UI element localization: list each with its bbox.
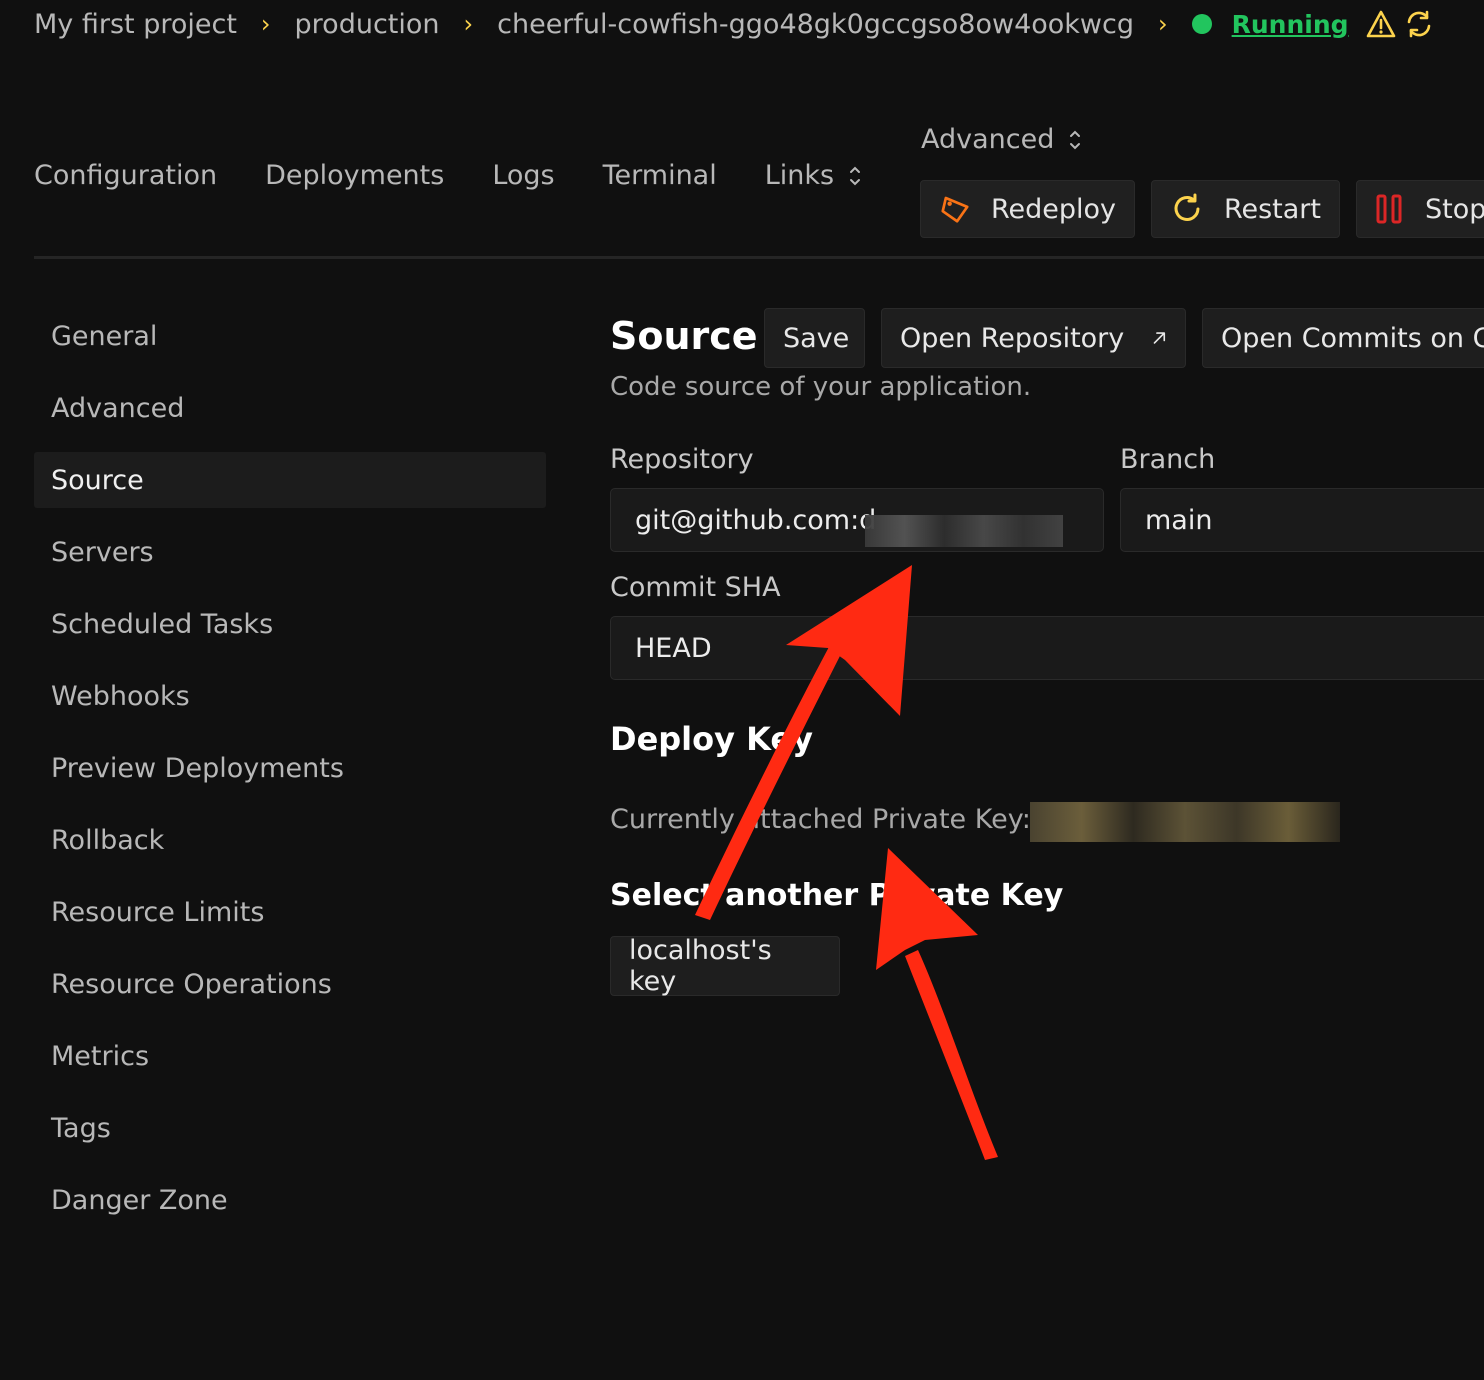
sidebar-item-advanced[interactable]: Advanced [34, 380, 546, 436]
commit-sha-label: Commit SHA [610, 572, 781, 603]
sidebar-item-metrics[interactable]: Metrics [34, 1028, 546, 1084]
breadcrumb-project[interactable]: My first project [34, 9, 237, 40]
private-key-option-label: localhost's key [629, 935, 772, 997]
chevron-right-icon: › [463, 10, 474, 38]
stop-icon [1376, 194, 1402, 224]
status-dot-icon [1191, 14, 1212, 34]
sidebar-item-resource-limits[interactable]: Resource Limits [34, 884, 546, 940]
current-key-line: Currently attached Private Key: [610, 804, 1031, 835]
sidebar-item-preview-deployments[interactable]: Preview Deployments [34, 740, 546, 796]
sidebar-item-tags[interactable]: Tags [34, 1100, 546, 1156]
open-commits-button[interactable]: Open Commits on G [1202, 308, 1484, 368]
sidebar-item-general[interactable]: General [34, 308, 546, 364]
chevron-right-icon: › [260, 10, 271, 38]
select-key-title: Select another Private Key [610, 878, 1064, 913]
save-label: Save [783, 322, 850, 354]
breadcrumb-environment[interactable]: production [295, 9, 440, 40]
sidebar-item-source[interactable]: Source [34, 452, 546, 508]
restart-button[interactable]: Restart [1151, 180, 1340, 238]
repository-input[interactable]: git@github.com:d [610, 488, 1104, 552]
sidebar-item-label: Danger Zone [51, 1184, 228, 1216]
sidebar-item-rollback[interactable]: Rollback [34, 812, 546, 868]
repository-value: git@github.com:d [635, 504, 877, 536]
commit-sha-input[interactable]: HEAD [610, 616, 1484, 680]
tab-label: Links [764, 160, 835, 191]
open-commits-label: Open Commits on G [1221, 322, 1484, 354]
repository-label: Repository [610, 444, 754, 475]
sidebar-item-label: Advanced [51, 392, 185, 424]
chevron-up-down-icon [1070, 130, 1081, 149]
refresh-icon[interactable] [1403, 8, 1435, 40]
sidebar-item-danger-zone[interactable]: Danger Zone [34, 1172, 546, 1228]
tab-divider [34, 256, 1484, 259]
breadcrumb: My first project › production › cheerful… [34, 4, 1435, 44]
chevron-up-down-icon [850, 166, 861, 185]
status-link[interactable]: Running [1232, 10, 1349, 39]
page-title: Source [610, 314, 758, 358]
sidebar-item-label: Rollback [51, 824, 165, 856]
sidebar-item-label: Servers [51, 536, 154, 568]
sidebar-item-label: Preview Deployments [51, 752, 344, 784]
sidebar-item-label: General [51, 320, 158, 352]
stop-button[interactable]: Stop [1356, 180, 1484, 238]
open-repository-label: Open Repository [900, 322, 1125, 354]
sidebar-item-label: Resource Operations [51, 968, 332, 1000]
stop-label: Stop [1425, 193, 1484, 225]
tab-logs[interactable]: Logs [492, 160, 554, 191]
branch-value: main [1145, 504, 1213, 536]
breadcrumb-resource[interactable]: cheerful-cowfish-ggo48gk0gccgso8ow4ookwc… [497, 9, 1134, 40]
redeploy-button[interactable]: Redeploy [920, 180, 1135, 238]
save-button[interactable]: Save [764, 308, 865, 368]
sidebar-item-label: Scheduled Tasks [51, 608, 274, 640]
chevron-right-icon: › [1158, 10, 1168, 38]
open-repository-button[interactable]: Open Repository [881, 308, 1186, 368]
sidebar-item-servers[interactable]: Servers [34, 524, 546, 580]
branch-label: Branch [1120, 444, 1216, 475]
current-key-label: Currently attached Private Key: [610, 804, 1031, 835]
tab-bar: Configuration Deployments Logs Terminal … [34, 160, 910, 191]
settings-sidebar: General Advanced Source Servers Schedule… [34, 308, 546, 1244]
branch-input[interactable]: main [1120, 488, 1484, 552]
redacted-repository-path [865, 515, 1063, 547]
sidebar-item-label: Resource Limits [51, 896, 265, 928]
sidebar-item-label: Metrics [51, 1040, 150, 1072]
restart-label: Restart [1223, 193, 1321, 225]
tab-label: Terminal [602, 160, 717, 191]
redeploy-icon [941, 196, 969, 223]
tab-label: Deployments [265, 160, 445, 191]
tab-terminal[interactable]: Terminal [603, 160, 717, 191]
advanced-dropdown[interactable]: Advanced [921, 124, 1082, 155]
sidebar-item-scheduled-tasks[interactable]: Scheduled Tasks [34, 596, 546, 652]
redacted-key-name [1030, 802, 1340, 842]
sidebar-item-label: Tags [51, 1112, 111, 1144]
deploy-key-title: Deploy Key [610, 720, 813, 758]
action-bar: Redeploy Restart Stop [920, 180, 1484, 238]
advanced-dropdown-label: Advanced [921, 124, 1055, 155]
page-subtitle: Code source of your application. [610, 372, 1032, 402]
tab-label: Configuration [34, 160, 218, 191]
commit-sha-value: HEAD [635, 632, 712, 664]
sidebar-item-label: Source [51, 464, 144, 496]
tab-links[interactable]: Links [765, 160, 862, 191]
external-link-icon [1153, 332, 1166, 344]
sidebar-item-resource-operations[interactable]: Resource Operations [34, 956, 546, 1012]
tab-label: Logs [492, 160, 555, 191]
sidebar-item-webhooks[interactable]: Webhooks [34, 668, 546, 724]
tab-deployments[interactable]: Deployments [265, 160, 444, 191]
tab-configuration[interactable]: Configuration [34, 160, 217, 191]
warning-icon[interactable] [1365, 8, 1397, 40]
page: My first project › production › cheerful… [0, 0, 1484, 1380]
private-key-option[interactable]: localhost's key [610, 935, 840, 997]
sidebar-item-label: Webhooks [51, 680, 190, 712]
restart-icon [1174, 193, 1200, 221]
redeploy-label: Redeploy [990, 193, 1116, 225]
